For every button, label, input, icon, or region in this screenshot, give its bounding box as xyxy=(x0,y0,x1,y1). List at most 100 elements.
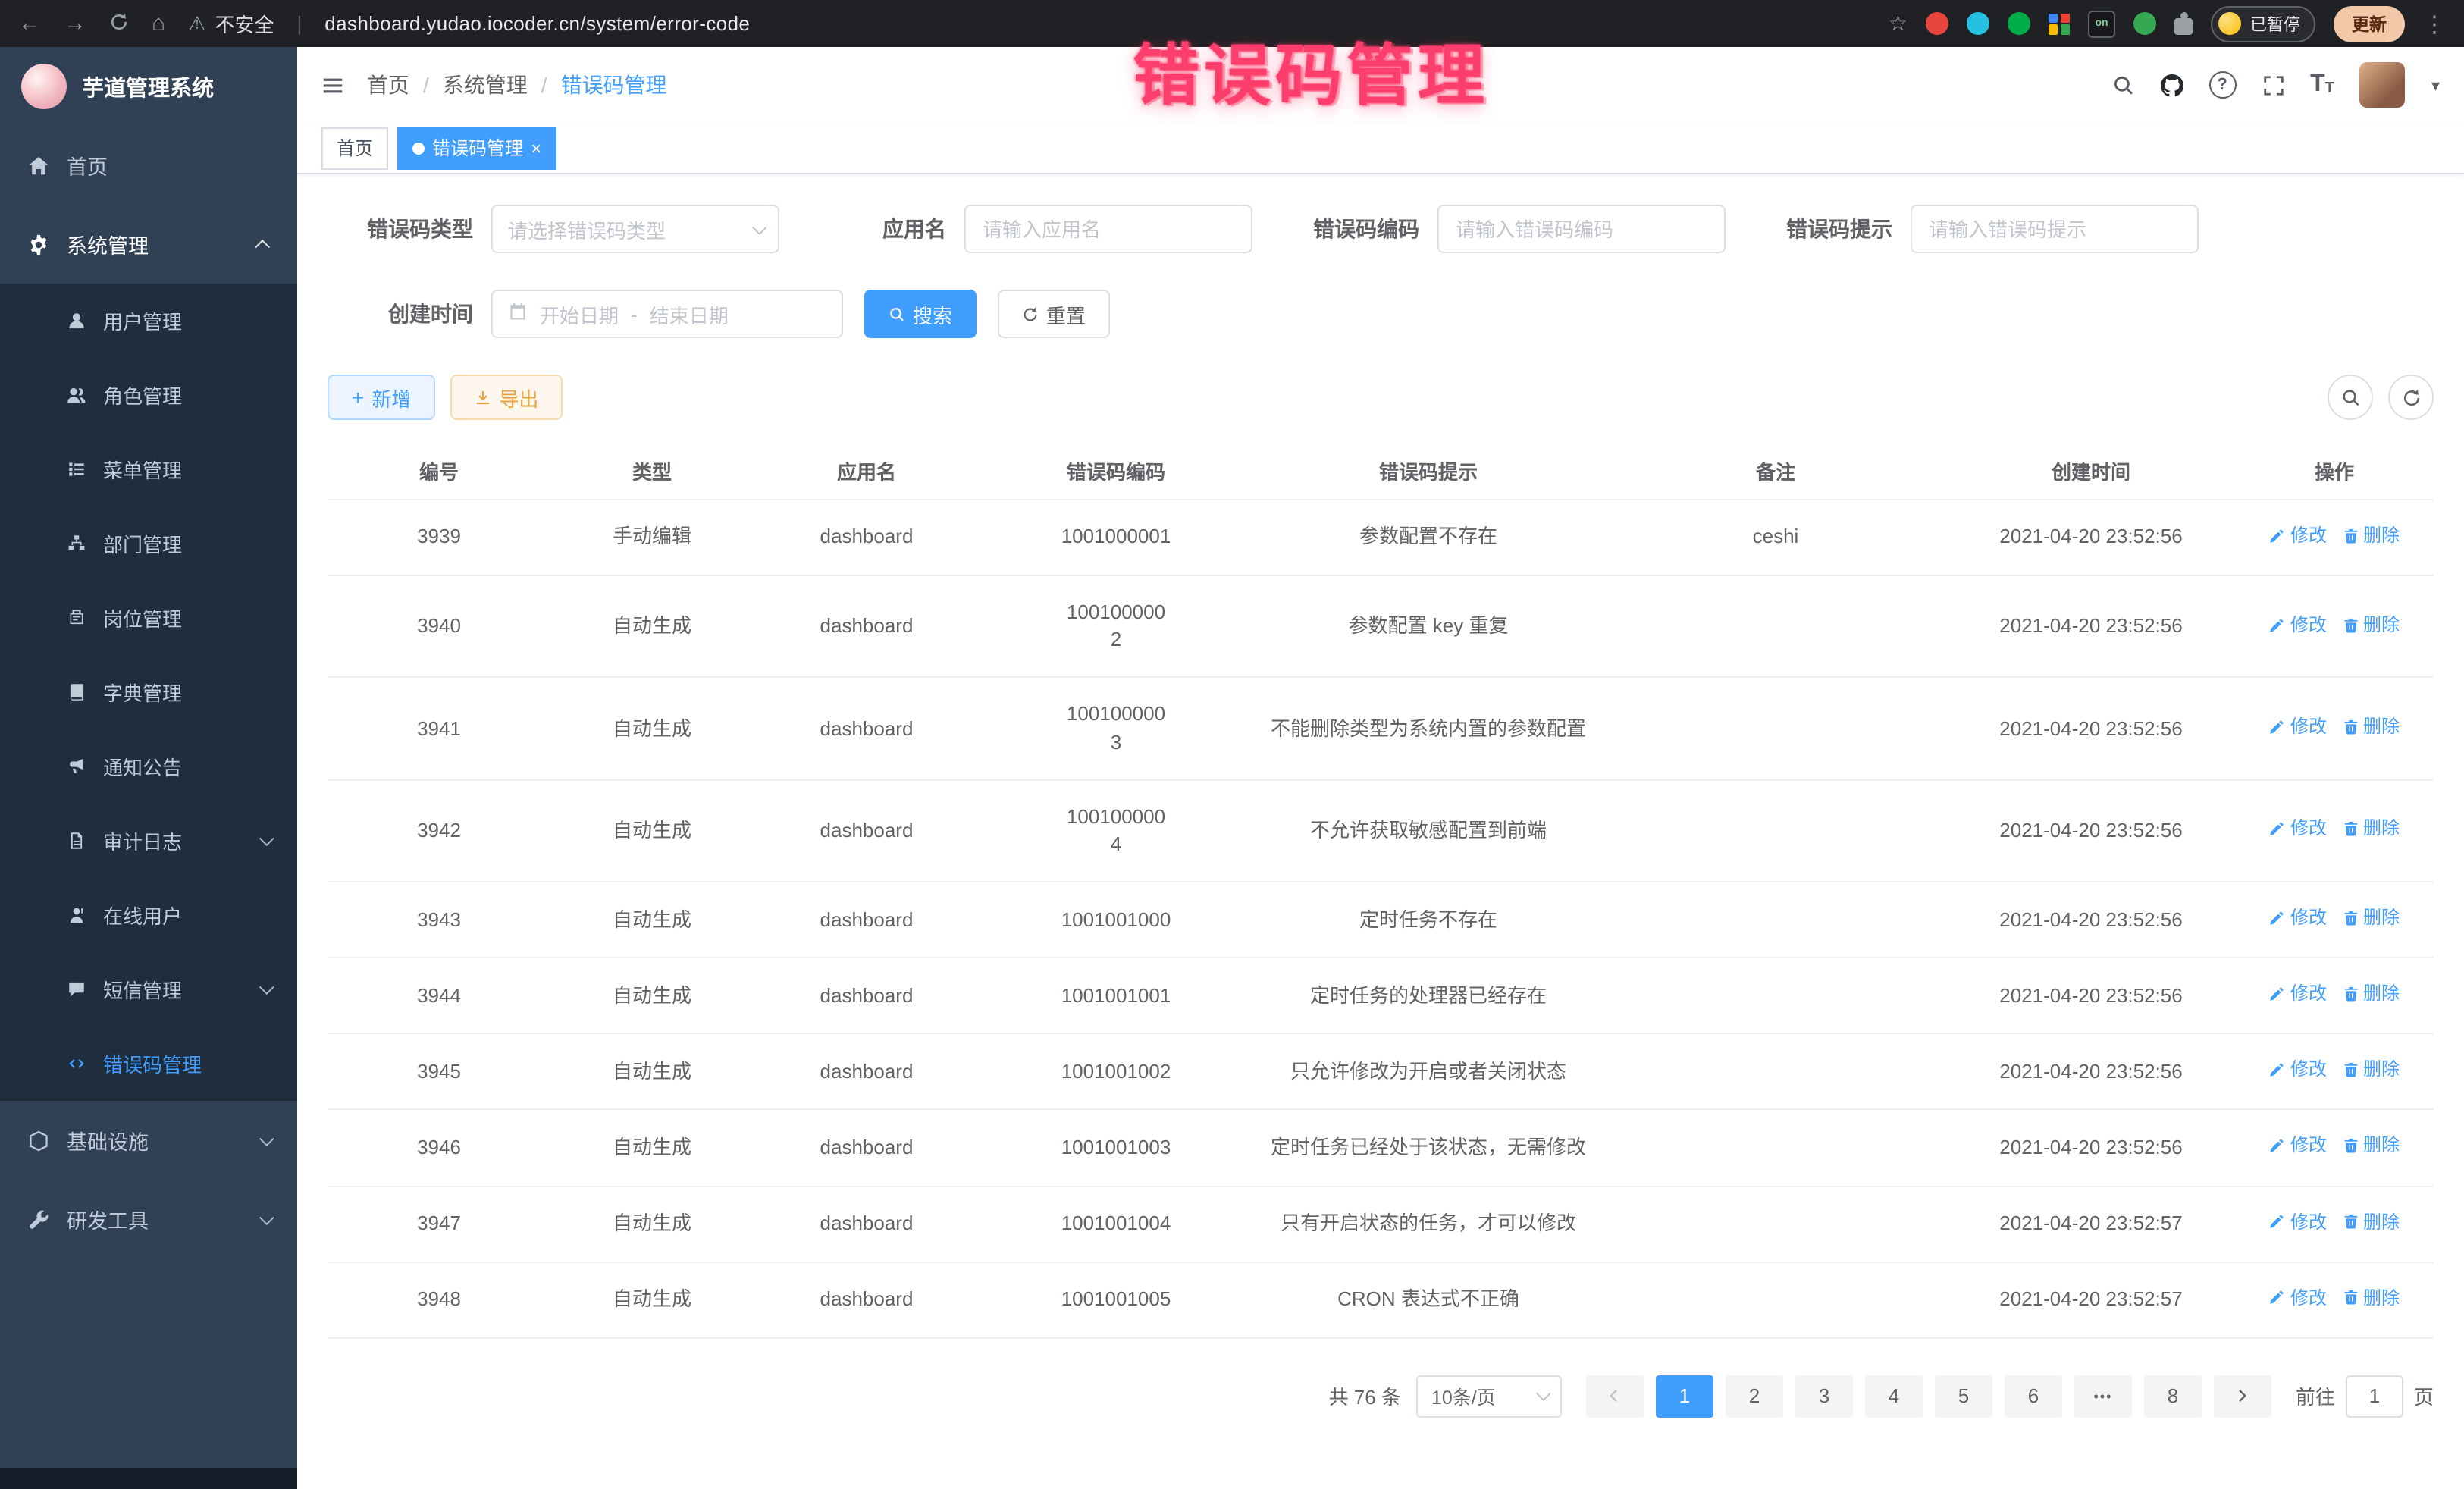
edit-link[interactable]: 修改 xyxy=(2269,523,2327,549)
pagination-ellipsis[interactable]: ••• xyxy=(2074,1375,2132,1417)
error-message-label: 错误码提示 xyxy=(1747,214,1892,244)
delete-link[interactable]: 删除 xyxy=(2342,1209,2400,1235)
delete-link[interactable]: 删除 xyxy=(2342,523,2400,549)
goto-page-input[interactable] xyxy=(2346,1375,2403,1417)
sidebar-item-home[interactable]: 首页 xyxy=(0,126,297,205)
sidebar-item-dictionary[interactable]: 字典管理 xyxy=(0,655,297,729)
delete-link[interactable]: 删除 xyxy=(2342,905,2400,931)
filter-row-2: 创建时间 开始日期 - 结束日期 搜索 xyxy=(328,290,2434,338)
table-row: 3947 自动生成 dashboard 1001001004 只有开启状态的任务… xyxy=(328,1186,2434,1262)
export-button[interactable]: 导出 xyxy=(450,375,563,420)
sidebar-item-error-code[interactable]: 错误码管理 xyxy=(0,1027,297,1101)
sidebar-item-devtools[interactable]: 研发工具 xyxy=(0,1180,297,1259)
search-button[interactable]: 搜索 xyxy=(864,290,977,338)
user-avatar[interactable] xyxy=(2360,62,2406,108)
page-button-5[interactable]: 5 xyxy=(1935,1375,1992,1417)
home-icon xyxy=(27,154,50,177)
sidebar-item-users[interactable]: 用户管理 xyxy=(0,284,297,358)
breadcrumb-system[interactable]: 系统管理 xyxy=(443,70,528,100)
extensions-puzzle-icon[interactable] xyxy=(2174,17,2193,34)
browser-update-button[interactable]: 更新 xyxy=(2334,5,2405,42)
edit-link[interactable]: 修改 xyxy=(2269,817,2327,842)
edit-link[interactable]: 修改 xyxy=(2269,714,2327,740)
delete-link[interactable]: 删除 xyxy=(2342,817,2400,842)
page-button-6[interactable]: 6 xyxy=(2005,1375,2062,1417)
box-icon xyxy=(27,1129,50,1152)
sidebar-collapse-bar[interactable] xyxy=(0,1468,297,1489)
sidebar-item-infrastructure[interactable]: 基础设施 xyxy=(0,1101,297,1180)
extension-icon-teal[interactable] xyxy=(1967,12,1989,35)
bookmark-star-icon[interactable]: ☆ xyxy=(1889,11,1908,36)
edit-link[interactable]: 修改 xyxy=(2269,1209,2327,1235)
extension-icon-red[interactable] xyxy=(1926,12,1948,35)
sidebar-item-system[interactable]: 系统管理 xyxy=(0,205,297,284)
help-icon[interactable]: ? xyxy=(2209,71,2236,99)
font-size-icon[interactable]: TT xyxy=(2310,73,2334,97)
browser-reload-icon[interactable] xyxy=(109,11,129,36)
profile-paused-badge[interactable]: 已暂停 xyxy=(2211,5,2315,42)
sidebar-item-notice[interactable]: 通知公告 xyxy=(0,729,297,804)
edit-link[interactable]: 修改 xyxy=(2269,905,2327,931)
chevron-down-icon xyxy=(259,1209,274,1224)
error-message-input[interactable] xyxy=(1911,205,2199,253)
error-code-input[interactable] xyxy=(1437,205,1726,253)
tab-error-code[interactable]: 错误码管理 × xyxy=(397,127,556,169)
caret-down-icon[interactable]: ▾ xyxy=(2431,75,2440,95)
edit-link[interactable]: 修改 xyxy=(2269,982,2327,1008)
add-button[interactable]: + 新增 xyxy=(328,375,435,420)
next-page-button[interactable] xyxy=(2214,1375,2271,1417)
sidebar-item-posts[interactable]: 岗位管理 xyxy=(0,581,297,655)
delete-link[interactable]: 删除 xyxy=(2342,1133,2400,1159)
page-button-8[interactable]: 8 xyxy=(2144,1375,2202,1417)
delete-link[interactable]: 删除 xyxy=(2342,612,2400,638)
page-button-4[interactable]: 4 xyxy=(1865,1375,1923,1417)
trash-icon xyxy=(2342,616,2359,633)
reset-button[interactable]: 重置 xyxy=(998,290,1110,338)
close-icon[interactable]: × xyxy=(531,139,541,157)
delete-link[interactable]: 删除 xyxy=(2342,1285,2400,1311)
hamburger-icon[interactable] xyxy=(321,74,344,96)
extension-icon-leaf[interactable] xyxy=(2133,12,2156,35)
browser-back-icon[interactable]: ← xyxy=(18,12,41,35)
screen: ← → ⌂ ⚠ 不安全 | dashboard.yudao.iocoder.cn… xyxy=(0,0,2464,1489)
extension-icon-green[interactable] xyxy=(2008,12,2030,35)
page-button-2[interactable]: 2 xyxy=(1726,1375,1783,1417)
security-chip[interactable]: ⚠ 不安全 xyxy=(188,9,274,38)
page-button-3[interactable]: 3 xyxy=(1795,1375,1853,1417)
app-logo[interactable]: 芋道管理系统 xyxy=(0,47,297,126)
browser-forward-icon[interactable]: → xyxy=(64,12,86,35)
error-type-select[interactable]: 请选择错误码类型 xyxy=(491,205,779,253)
edit-link[interactable]: 修改 xyxy=(2269,1058,2327,1083)
browser-home-icon[interactable]: ⌂ xyxy=(152,12,165,35)
prev-page-button[interactable] xyxy=(1586,1375,1644,1417)
refresh-table-button[interactable] xyxy=(2388,375,2434,420)
sidebar-item-sms[interactable]: 短信管理 xyxy=(0,952,297,1027)
fullscreen-icon[interactable] xyxy=(2262,74,2284,96)
show-search-button[interactable] xyxy=(2328,375,2373,420)
edit-link[interactable]: 修改 xyxy=(2269,612,2327,638)
search-icon[interactable] xyxy=(2111,74,2134,96)
app-name-input[interactable] xyxy=(964,205,1252,253)
sidebar-item-menus[interactable]: 菜单管理 xyxy=(0,432,297,506)
delete-link[interactable]: 删除 xyxy=(2342,1058,2400,1083)
sidebar-item-roles[interactable]: 角色管理 xyxy=(0,358,297,432)
sidebar-item-audit-log[interactable]: 审计日志 xyxy=(0,804,297,878)
chevron-down-icon xyxy=(1536,1387,1551,1402)
page-size-select[interactable]: 10条/页 xyxy=(1416,1375,1562,1417)
delete-link[interactable]: 删除 xyxy=(2342,982,2400,1008)
github-icon[interactable] xyxy=(2160,74,2183,96)
edit-link[interactable]: 修改 xyxy=(2269,1285,2327,1311)
date-range-picker[interactable]: 开始日期 - 结束日期 xyxy=(491,290,843,338)
sidebar-item-online-users[interactable]: 在线用户 xyxy=(0,878,297,952)
browser-menu-icon[interactable]: ⋮ xyxy=(2423,10,2446,37)
delete-link[interactable]: 删除 xyxy=(2342,714,2400,740)
edit-link[interactable]: 修改 xyxy=(2269,1133,2327,1159)
page-button-1[interactable]: 1 xyxy=(1656,1375,1713,1417)
address-bar[interactable]: dashboard.yudao.iocoder.cn/system/error-… xyxy=(324,12,750,35)
sidebar-item-departments[interactable]: 部门管理 xyxy=(0,506,297,581)
extension-on-icon[interactable]: on xyxy=(2088,10,2115,37)
refresh-icon xyxy=(1022,306,1039,322)
breadcrumb-home[interactable]: 首页 xyxy=(367,70,409,100)
extension-grid-icon[interactable] xyxy=(2049,13,2070,34)
tab-home[interactable]: 首页 xyxy=(321,127,388,169)
